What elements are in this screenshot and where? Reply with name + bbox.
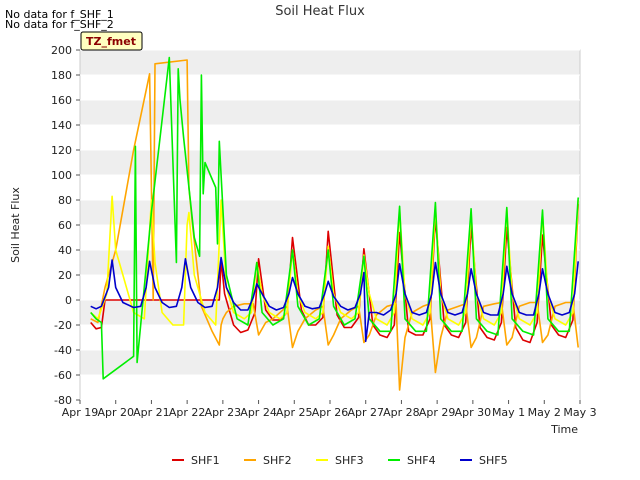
y-tick-label: 40 — [58, 244, 72, 257]
y-tick-label: 60 — [58, 219, 72, 232]
y-axis-label: Soil Heat Flux — [9, 187, 22, 263]
x-tick-label: Apr 21 — [133, 406, 170, 419]
x-tick-label: Apr 30 — [455, 406, 492, 419]
x-tick-label: May 2 — [528, 406, 561, 419]
x-tick-label: Apr 20 — [97, 406, 134, 419]
x-tick-label: Apr 25 — [276, 406, 313, 419]
legend: SHF1 SHF2 SHF3 SHF4 SHF5 — [172, 454, 508, 467]
x-tick-label: Apr 19 — [62, 406, 99, 419]
legend-label-shf3: SHF3 — [335, 454, 364, 467]
chart-title: Soil Heat Flux — [275, 4, 365, 19]
x-axis-label: Time — [550, 423, 578, 436]
y-tick-label: -60 — [54, 369, 72, 382]
soil-heat-flux-chart: -80-60-40-20020406080100120140160180200 … — [9, 4, 597, 467]
y-axis-ticks: -80-60-40-20020406080100120140160180200 — [51, 44, 80, 407]
legend-label-shf4: SHF4 — [407, 454, 436, 467]
x-tick-label: Apr 22 — [169, 406, 206, 419]
x-tick-label: Apr 29 — [419, 406, 456, 419]
background-band — [80, 300, 580, 325]
x-tick-label: Apr 27 — [347, 406, 384, 419]
x-tick-label: May 3 — [563, 406, 596, 419]
background-band — [80, 350, 580, 375]
y-tick-label: 80 — [58, 194, 72, 207]
x-tick-label: Apr 24 — [240, 406, 277, 419]
legend-label-shf1: SHF1 — [191, 454, 220, 467]
y-tick-label: 140 — [51, 119, 72, 132]
legend-label-shf5: SHF5 — [479, 454, 508, 467]
x-tick-label: Apr 23 — [205, 406, 242, 419]
y-tick-label: 20 — [58, 269, 72, 282]
timezone-badge: TZ_fmet — [80, 31, 143, 51]
legend-label-shf2: SHF2 — [263, 454, 292, 467]
y-tick-label: 200 — [51, 44, 72, 57]
y-tick-label: -40 — [54, 344, 72, 357]
y-tick-label: 180 — [51, 69, 72, 82]
y-tick-label: 0 — [65, 294, 72, 307]
x-axis-ticks: Apr 19 Apr 20 Apr 21 Apr 22 Apr 23 Apr 24 Apr … — [62, 400, 597, 419]
y-tick-label: 160 — [51, 94, 72, 107]
y-tick-label: -20 — [54, 319, 72, 332]
x-tick-label: Apr 28 — [383, 406, 420, 419]
background-band — [80, 200, 580, 225]
timezone-badge-text: TZ_fmet — [86, 35, 136, 48]
x-tick-label: May 1 — [492, 406, 525, 419]
y-tick-label: 120 — [51, 144, 72, 157]
y-tick-label: 100 — [51, 169, 72, 182]
x-tick-label: Apr 26 — [312, 406, 349, 419]
